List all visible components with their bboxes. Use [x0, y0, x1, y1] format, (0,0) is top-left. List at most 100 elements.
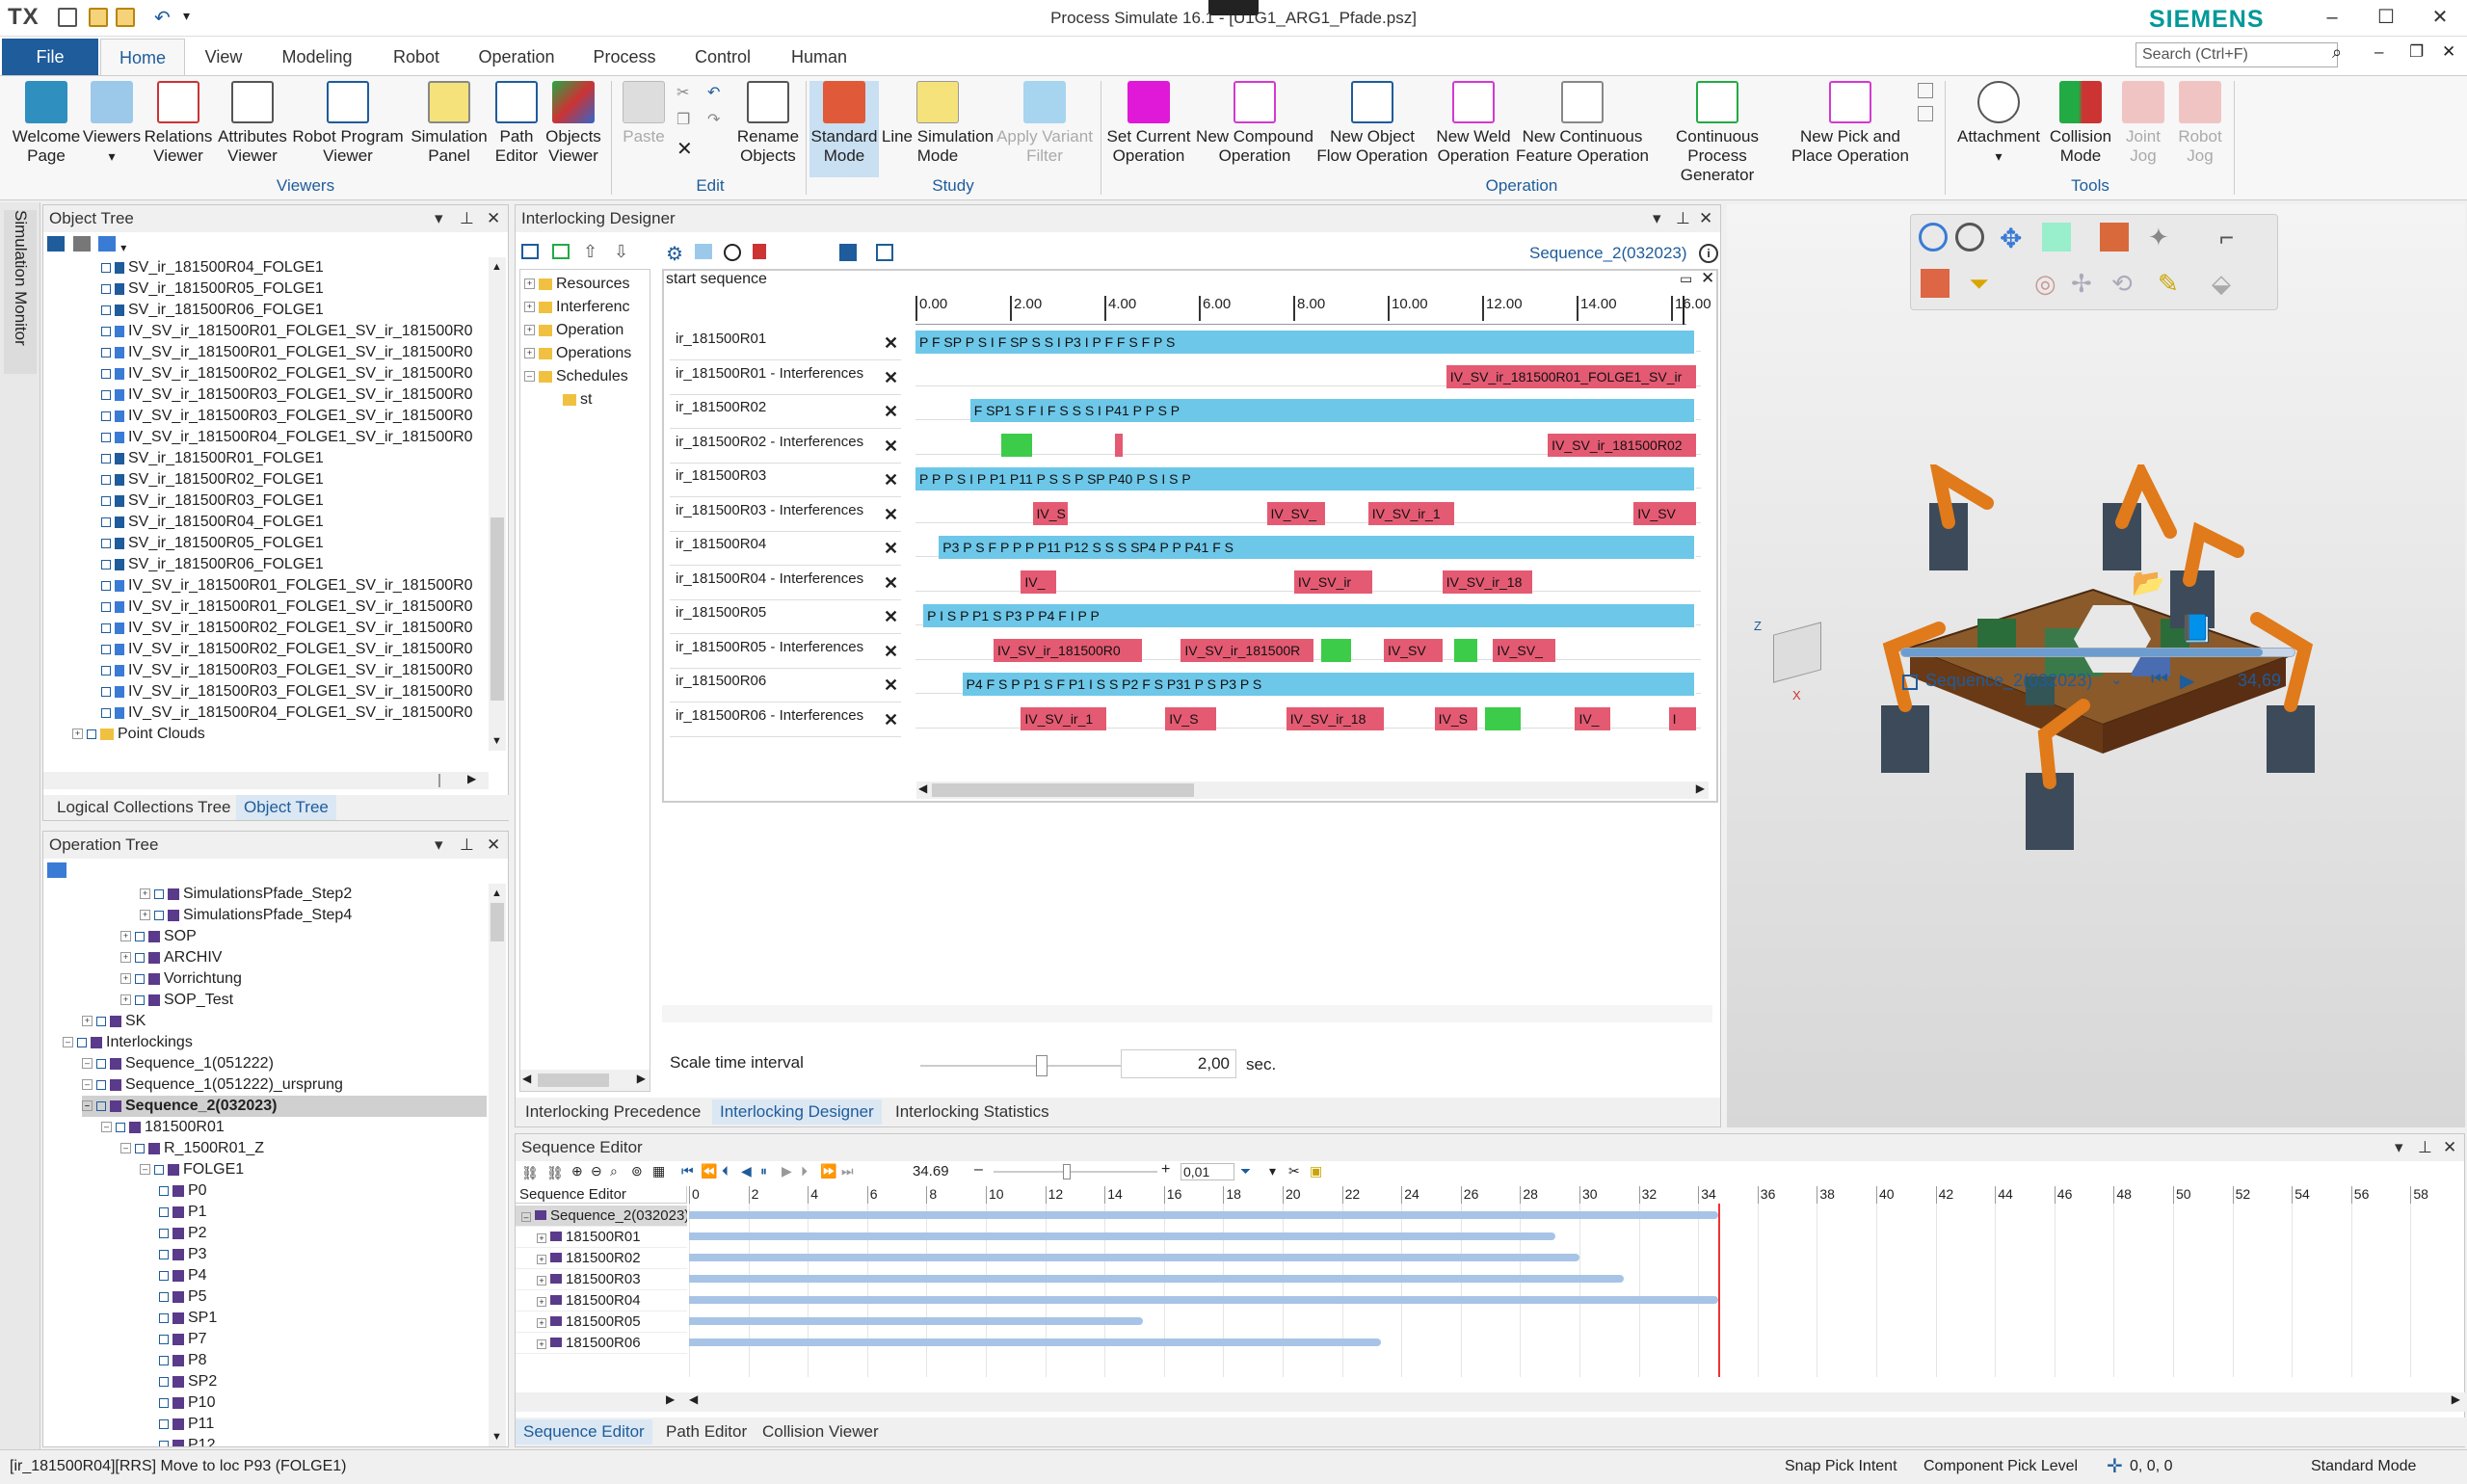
gantt-row-label[interactable]: ir_181500R02 - Interferences ✕: [670, 432, 901, 464]
interference-block[interactable]: IV_SV_: [1493, 638, 1556, 662]
step-input[interactable]: 0,01: [1180, 1163, 1234, 1180]
resource-tree-item[interactable]: – Schedules: [524, 366, 628, 387]
gantt-close-icon[interactable]: ✕: [1701, 269, 1714, 288]
operation-tree-item[interactable]: SP1: [159, 1308, 217, 1329]
interference-block[interactable]: IV_S: [1165, 706, 1216, 730]
panel-menu-icon[interactable]: ▾: [435, 205, 443, 232]
tree-item[interactable]: SV_ir_181500R04_FOLGE1: [101, 257, 324, 278]
gantt-row-label[interactable]: ir_181500R06 - Interferences ✕: [670, 705, 901, 737]
simulation-panel-button[interactable]: Simulation Panel: [405, 81, 493, 166]
light-icon[interactable]: ✦: [2148, 223, 2169, 252]
remove-row-icon[interactable]: ✕: [884, 332, 898, 354]
zoom-out-icon[interactable]: ⊖: [591, 1163, 602, 1179]
close-button[interactable]: ✕: [2421, 4, 2459, 33]
book-icon[interactable]: 📘: [2180, 613, 2218, 651]
interference-block[interactable]: I: [1668, 706, 1696, 730]
operation-tree-item[interactable]: – R_1500R01_Z: [120, 1138, 264, 1159]
tree-item[interactable]: IV_SV_ir_181500R01_FOLGE1_SV_ir_181500R0: [101, 342, 473, 363]
prev-icon[interactable]: ⏴: [722, 1163, 729, 1179]
tree-item[interactable]: SV_ir_181500R06_FOLGE1: [101, 554, 324, 575]
file-menu-button[interactable]: File: [2, 39, 98, 75]
sequence-row-label[interactable]: – Sequence_2(032023): [516, 1206, 687, 1227]
delete-icon[interactable]: ✕: [676, 137, 693, 161]
expand-icon[interactable]: +: [537, 1276, 546, 1285]
operation-tree-item[interactable]: + SimulationsPfade_Step4: [140, 905, 352, 926]
tools-icon[interactable]: ✂: [1288, 1163, 1300, 1179]
remove-row-icon[interactable]: ✕: [884, 436, 898, 457]
zoom-fit-icon[interactable]: [1955, 223, 1984, 252]
minimize-button[interactable]: –: [2313, 4, 2351, 33]
expand-icon[interactable]: +: [140, 888, 150, 900]
ribbon-minimize-icon[interactable]: –: [2374, 42, 2383, 62]
simulation-monitor-tab[interactable]: Simulation Monitor: [4, 210, 37, 374]
new-continuous-feature-operation-button[interactable]: New Continuous Feature Operation: [1515, 81, 1650, 166]
pin-icon[interactable]: ⊥: [460, 205, 474, 232]
gear-icon[interactable]: ⚙: [666, 242, 683, 266]
simulation-progress[interactable]: [1900, 648, 2295, 657]
sequence-time[interactable]: 34.69: [913, 1163, 949, 1179]
time-cursor[interactable]: [1683, 296, 1684, 325]
sequence-row-label[interactable]: +181500R03: [516, 1269, 687, 1290]
snap-pick-intent[interactable]: Snap Pick Intent: [1785, 1458, 1897, 1475]
operation-block[interactable]: P I S P P1 S P3 P P4 F I P P: [923, 604, 1696, 627]
sequence-row-label[interactable]: +181500R01: [516, 1227, 687, 1248]
render-mode-icon[interactable]: [2100, 223, 2129, 252]
apply-variant-filter-button[interactable]: Apply Variant Filter: [993, 81, 1097, 166]
sequence-bar[interactable]: [689, 1275, 1625, 1283]
search-input[interactable]: Search (Ctrl+F): [2135, 42, 2338, 67]
expand-icon[interactable]: –: [524, 371, 535, 383]
unlink-icon[interactable]: ⛓: [546, 1165, 564, 1181]
current-time-line[interactable]: [1718, 1204, 1721, 1377]
expand-icon[interactable]: +: [120, 931, 131, 942]
restore-icon[interactable]: ▭: [1680, 271, 1692, 287]
operation-block[interactable]: P F SP P S I F SP S S I P3 I P F F S F P…: [915, 331, 1696, 354]
pin-icon[interactable]: ⊥: [2418, 1134, 2432, 1161]
operation-block[interactable]: P3 P S F P P P P11 P12 S S S SP4 P P P41…: [939, 536, 1696, 559]
open-folder-icon[interactable]: 📂: [2132, 567, 2170, 605]
gantt-row-label[interactable]: ir_181500R01 - Interferences ✕: [670, 363, 901, 395]
ribbon-restore-icon[interactable]: ❐: [2409, 42, 2424, 62]
tree-item[interactable]: IV_SV_ir_181500R02_FOLGE1_SV_ir_181500R0: [101, 363, 473, 384]
tree-item[interactable]: IV_SV_ir_181500R01_FOLGE1_SV_ir_181500R0: [101, 575, 473, 596]
expand-icon[interactable]: –: [120, 1143, 131, 1154]
tree-item[interactable]: IV_SV_ir_181500R01_FOLGE1_SV_ir_181500R0: [101, 321, 473, 342]
link-icon[interactable]: ⛓: [521, 1165, 539, 1181]
expand-icon[interactable]: +: [120, 973, 131, 985]
remove-row-icon[interactable]: ✕: [884, 469, 898, 490]
resource-tree-item[interactable]: st: [563, 389, 592, 409]
expand-icon[interactable]: +: [537, 1233, 546, 1243]
remove-row-icon[interactable]: ✕: [884, 606, 898, 627]
interference-block[interactable]: IV_SV_ir_181500R0: [994, 638, 1142, 662]
interference-block[interactable]: IV_SV: [1633, 501, 1696, 525]
expand-icon[interactable]: –: [101, 1122, 112, 1133]
operation-list-icon[interactable]: [1918, 83, 1933, 98]
tree-view-dropdown-icon[interactable]: ▾: [120, 241, 126, 254]
maximize-button[interactable]: ☐: [2367, 4, 2405, 33]
expand-icon[interactable]: +: [524, 278, 535, 290]
interference-block[interactable]: IV_SV_ir_1: [1021, 706, 1107, 730]
tab-home[interactable]: Home: [100, 39, 185, 75]
panel-menu-icon[interactable]: ▾: [1653, 205, 1661, 232]
rewind-icon[interactable]: ⏮: [2151, 669, 2168, 691]
operation-tree-item[interactable]: P0: [159, 1180, 207, 1202]
sequence-bar[interactable]: [689, 1211, 1719, 1219]
table-icon[interactable]: [876, 244, 893, 261]
interference-block[interactable]: IV_SV_ir_181500R02: [1548, 433, 1696, 457]
designer-hscrollbar[interactable]: [662, 1005, 1712, 1022]
panel-menu-icon[interactable]: ▾: [2395, 1134, 2403, 1161]
save-icon[interactable]: [839, 244, 857, 261]
interference-block[interactable]: IV_S: [1434, 706, 1478, 730]
tab-interlocking-statistics[interactable]: Interlocking Statistics: [891, 1100, 1053, 1125]
resource-tree-item[interactable]: + Operations: [524, 343, 631, 364]
expand-icon[interactable]: +: [120, 952, 131, 964]
play-icon[interactable]: ▶: [782, 1163, 792, 1179]
pin-icon[interactable]: ⊥: [460, 832, 474, 859]
expand-icon[interactable]: +: [140, 910, 150, 921]
tree-item[interactable]: IV_SV_ir_181500R03_FOLGE1_SV_ir_181500R0: [101, 384, 473, 406]
list-icon[interactable]: [521, 244, 539, 259]
remove-row-icon[interactable]: ✕: [884, 504, 898, 525]
reverse-play-icon[interactable]: ◀: [741, 1163, 752, 1179]
operation-tree-item[interactable]: – FOLGE1: [140, 1159, 244, 1180]
path-editor-button[interactable]: Path Editor: [490, 81, 544, 166]
tab-logical-collections[interactable]: Logical Collections Tree: [51, 795, 236, 820]
